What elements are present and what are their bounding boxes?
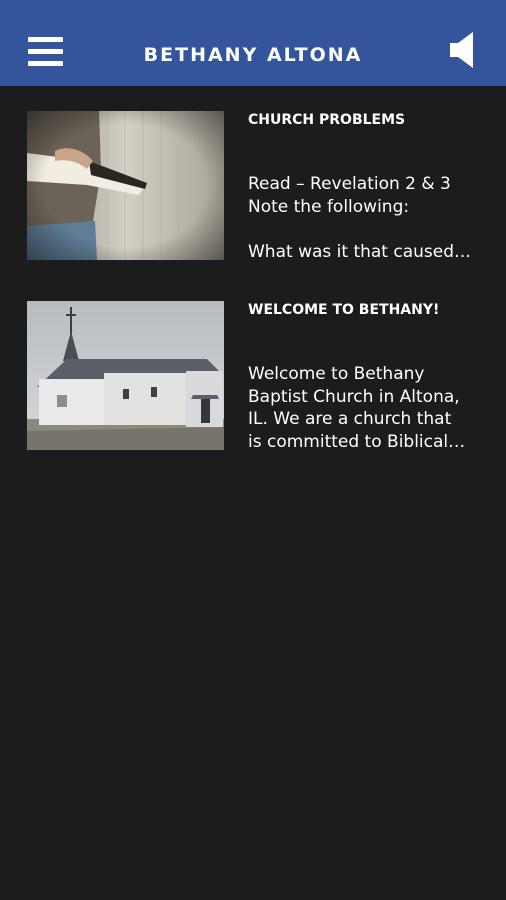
church-building-image [27, 301, 224, 450]
post-title[interactable]: WELCOME TO BETHANY! [248, 301, 488, 319]
app-header: BETHANY ALTONA [0, 0, 506, 86]
post-excerpt: Read – Revelation 2 & 3 Note the followi… [248, 173, 483, 263]
excerpt-line: What was it that caused… [248, 241, 472, 262]
excerpt-line: Baptist Church in Altona, [248, 386, 460, 407]
post-item-welcome[interactable]: WELCOME TO BETHANY! Welcome to Bethany B… [27, 301, 488, 453]
excerpt-line: is committed to Biblical… [248, 431, 466, 452]
post-item-church-problems[interactable]: CHURCH PROBLEMS Read – Revelation 2 & 3 … [27, 111, 488, 263]
excerpt-line: Welcome to Bethany [248, 364, 425, 384]
excerpt-line [248, 218, 483, 241]
excerpt-line: Read – Revelation 2 & 3 [248, 174, 451, 194]
post-title[interactable]: CHURCH PROBLEMS [248, 111, 488, 129]
excerpt-line: Note the following: [248, 196, 410, 217]
app-title: BETHANY ALTONA [143, 44, 363, 66]
person-holding-bible-image [27, 111, 224, 260]
excerpt-line: IL. We are a church that [248, 409, 452, 429]
post-excerpt: Welcome to Bethany Baptist Church in Alt… [248, 363, 483, 453]
speaker-icon[interactable] [450, 32, 474, 68]
